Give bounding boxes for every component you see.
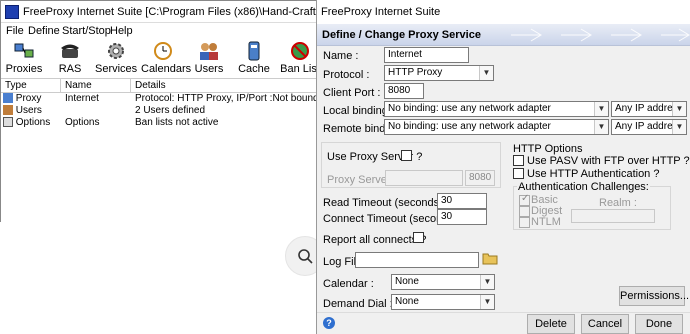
ban-list-icon (291, 42, 309, 60)
options-icon (3, 117, 13, 128)
toolbar-proxies-button[interactable]: Proxies (3, 39, 45, 77)
remote-ip-select[interactable]: Any IP address ▼ (611, 119, 687, 135)
protocol-label: Protocol : (323, 69, 370, 81)
protocol-select[interactable]: HTTP Proxy ▼ (384, 65, 494, 81)
demand-dial-label: Demand Dial : (323, 298, 393, 310)
app-logo-icon (5, 5, 19, 19)
toolbar-ras-button[interactable]: RAS (51, 39, 89, 77)
read-timeout-input[interactable]: 30 (437, 193, 487, 209)
menu-start-stop[interactable]: Start/Stop (62, 25, 111, 37)
menu-define[interactable]: Define (28, 25, 60, 37)
header-decoration-icon (511, 28, 690, 42)
name-label: Name : (323, 50, 359, 62)
ntlm-checkbox[interactable] (519, 217, 530, 228)
proxy-service-dialog: FreeProxy Internet Suite Define / Change… (316, 0, 690, 334)
proxy-server-input[interactable] (385, 170, 463, 186)
list-item[interactable]: Proxy (3, 93, 41, 105)
client-port-label: Client Port : (323, 87, 381, 99)
remote-binding-select[interactable]: No binding: use any network adapter ▼ (384, 119, 609, 135)
chevron-down-icon: ▼ (672, 120, 686, 134)
list-item-name: Options (65, 117, 100, 128)
list-item-details: Ban lists not active (135, 117, 219, 128)
bg-services-list: Type Name Details Proxy Internet Protoco… (1, 78, 346, 223)
proxy-server-port-input[interactable]: 8080 (465, 170, 495, 186)
list-item[interactable]: Users (3, 105, 42, 117)
local-ip-select[interactable]: Any IP address ▼ (611, 101, 687, 117)
use-pasv-checkbox[interactable] (513, 155, 524, 166)
client-port-input[interactable]: 8080 (384, 83, 424, 99)
ntlm-label: NTLM (531, 216, 561, 228)
chevron-down-icon: ▼ (480, 295, 494, 309)
toolbar-ban-list-button[interactable]: Ban List (279, 39, 321, 77)
delete-button[interactable]: Delete (527, 314, 575, 334)
toolbar-calendars-button[interactable]: Calendars (141, 39, 191, 77)
cache-icon (248, 41, 260, 61)
digest-checkbox[interactable] (519, 206, 530, 217)
column-header-name[interactable]: Name (61, 79, 131, 93)
demand-dial-select[interactable]: None ▼ (391, 294, 495, 310)
toolbar-cache-button[interactable]: Cache (237, 39, 271, 77)
calendar-label: Calendar : (323, 278, 374, 290)
background-app-window: FreeProxy Internet Suite [C:\Program Fil… (0, 0, 346, 223)
chevron-down-icon: ▼ (479, 66, 493, 80)
dialog-title: FreeProxy Internet Suite (321, 6, 441, 18)
cancel-button[interactable]: Cancel (581, 314, 629, 334)
use-http-auth-label: Use HTTP Authentication ? (527, 168, 660, 180)
column-header-details[interactable]: Details (131, 79, 321, 93)
toolbar-users-button[interactable]: Users (191, 39, 227, 77)
dialog-header-title: Define / Change Proxy Service (322, 29, 481, 41)
proxy-server-label: Proxy Server (327, 174, 391, 186)
report-all-connects-label: Report all connects ? (323, 234, 427, 246)
calendars-clock-icon (154, 42, 172, 60)
log-file-input[interactable] (355, 252, 479, 268)
connect-timeout-input[interactable]: 30 (437, 209, 487, 225)
basic-checkbox[interactable] (519, 193, 530, 206)
auth-challenges-title: Authentication Challenges: (517, 181, 650, 193)
bg-menu-bar: File Define Start/Stop Help (1, 23, 321, 39)
list-item-name: Internet (65, 93, 99, 104)
help-icon[interactable]: ? (323, 317, 335, 329)
menu-help[interactable]: Help (110, 25, 133, 37)
bg-title-bar: FreeProxy Internet Suite [C:\Program Fil… (1, 1, 321, 23)
use-pasv-label: Use PASV with FTP over HTTP ? (527, 155, 690, 167)
realm-input[interactable] (571, 209, 655, 223)
browse-folder-button[interactable] (482, 251, 498, 265)
chevron-down-icon: ▼ (672, 102, 686, 116)
dialog-header: Define / Change Proxy Service (317, 24, 690, 46)
local-binding-select[interactable]: No binding: use any network adapter ▼ (384, 101, 609, 117)
chevron-down-icon: ▼ (480, 275, 494, 289)
list-item[interactable]: Options (3, 117, 50, 129)
bg-window-title: FreeProxy Internet Suite [C:\Program Fil… (23, 6, 321, 18)
list-item-details: Protocol: HTTP Proxy, IP/Port :Not bound… (135, 93, 347, 104)
ras-phone-icon (61, 44, 79, 58)
use-http-auth-checkbox[interactable] (513, 168, 524, 179)
http-options-title: HTTP Options (513, 143, 583, 155)
toolbar-services-button[interactable]: Services (95, 39, 137, 77)
dialog-title-bar: FreeProxy Internet Suite (317, 0, 690, 24)
use-proxy-server-checkbox[interactable] (401, 150, 412, 161)
column-header-type[interactable]: Type (1, 79, 61, 93)
proxy-icon (3, 93, 13, 104)
realm-label: Realm : (599, 197, 637, 209)
done-button[interactable]: Done (635, 314, 683, 334)
list-item-details: 2 Users defined (135, 105, 206, 116)
calendar-select[interactable]: None ▼ (391, 274, 495, 290)
users-icon (200, 43, 218, 60)
menu-file[interactable]: File (6, 25, 24, 37)
report-all-connects-checkbox[interactable] (413, 232, 424, 243)
bg-toolbar: Proxies RAS Services Calendars Users Cac… (1, 39, 321, 77)
name-input[interactable]: Internet (384, 47, 469, 63)
folder-icon (482, 253, 498, 265)
chevron-down-icon: ▼ (594, 120, 608, 134)
chevron-down-icon: ▼ (594, 102, 608, 116)
users-small-icon (3, 105, 13, 116)
permissions-button[interactable]: Permissions... (619, 286, 689, 306)
services-gear-icon (108, 43, 124, 59)
proxies-icon (14, 43, 34, 58)
read-timeout-label: Read Timeout (seconds): (323, 197, 446, 209)
